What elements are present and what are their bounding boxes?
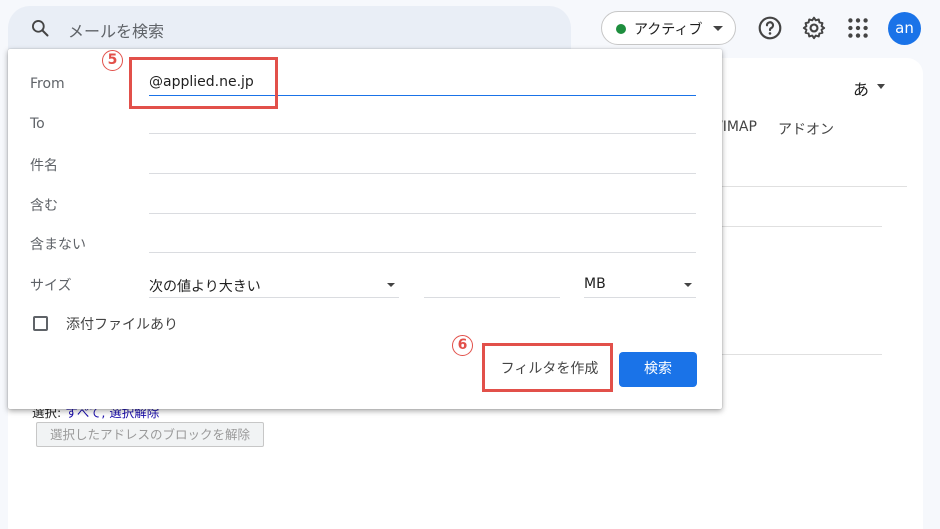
- chevron-down-icon: [387, 283, 395, 287]
- chevron-down-icon[interactable]: [877, 84, 885, 89]
- to-field[interactable]: [149, 110, 696, 134]
- from-label: From: [30, 76, 65, 92]
- callout-number-6: 6: [452, 335, 473, 356]
- excludes-label: 含まない: [30, 237, 86, 253]
- status-label: アクティブ: [634, 22, 703, 38]
- apps-grid-icon[interactable]: [845, 15, 871, 41]
- callout-box-from: [129, 57, 278, 109]
- size-operator-select[interactable]: 次の値より大きい: [149, 274, 399, 298]
- size-label: サイズ: [30, 278, 72, 294]
- search-button[interactable]: 検索: [619, 352, 697, 387]
- subject-label: 件名: [30, 158, 58, 174]
- subject-field[interactable]: [149, 150, 696, 174]
- size-unit-select[interactable]: MB: [584, 274, 696, 298]
- divider: [722, 226, 882, 227]
- tab-addons[interactable]: アドオン: [778, 119, 834, 139]
- chevron-down-icon: [713, 26, 723, 31]
- divider: [722, 186, 907, 187]
- filter-dialog: From @applied.ne.jp To 件名 含む 含まない サイズ 次の…: [8, 49, 722, 409]
- help-icon[interactable]: [757, 15, 783, 41]
- tab-imap[interactable]: /IMAP: [718, 119, 757, 135]
- chevron-down-icon: [684, 283, 692, 287]
- has-attachment-label[interactable]: 添付ファイルあり: [66, 314, 178, 334]
- search-icon[interactable]: [30, 18, 50, 38]
- status-active-dot: [616, 24, 626, 34]
- has-attachment-checkbox[interactable]: [33, 316, 48, 331]
- excludes-field[interactable]: [149, 229, 696, 253]
- callout-box-create-filter: [482, 343, 613, 392]
- search-bar[interactable]: メールを検索: [8, 6, 571, 50]
- avatar[interactable]: an: [888, 12, 921, 45]
- search-placeholder[interactable]: メールを検索: [68, 18, 164, 42]
- callout-number-5: 5: [102, 50, 123, 71]
- includes-label: 含む: [30, 198, 58, 214]
- size-unit-value: MB: [584, 276, 606, 292]
- to-label: To: [30, 116, 45, 132]
- unblock-button[interactable]: 選択したアドレスのブロックを解除: [36, 422, 264, 447]
- gear-icon[interactable]: [801, 15, 827, 41]
- divider: [722, 354, 882, 355]
- status-dropdown[interactable]: アクティブ: [601, 11, 736, 45]
- input-tools-label[interactable]: あ: [853, 76, 869, 100]
- includes-field[interactable]: [149, 190, 696, 214]
- size-value-input[interactable]: [424, 274, 560, 298]
- size-operator-value: 次の値より大きい: [149, 279, 261, 295]
